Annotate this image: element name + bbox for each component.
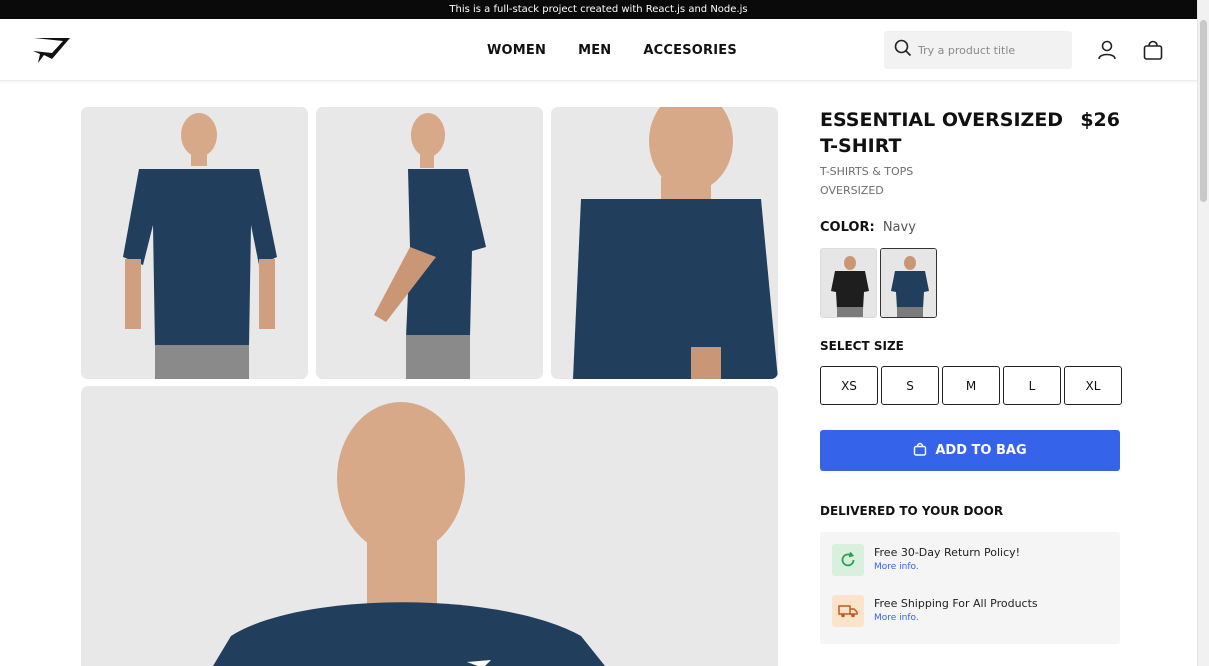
nav-accessories[interactable]: ACCESORIES: [643, 43, 737, 58]
search-bar: [884, 31, 1072, 69]
color-swatch-black[interactable]: [820, 248, 877, 318]
add-to-bag-label: ADD TO BAG: [935, 443, 1027, 458]
nav-women[interactable]: WOMEN: [487, 43, 546, 58]
returns-more-info-link[interactable]: More info.: [874, 562, 1020, 572]
color-selector-label: COLOR: Navy: [820, 220, 916, 235]
delivery-info-box: Free 30-Day Return Policy! More info. Fr…: [820, 532, 1120, 644]
product-category: T-SHIRTS & TOPS: [820, 165, 914, 178]
size-xl-button[interactable]: XL: [1064, 366, 1122, 405]
page-scrollbar[interactable]: [1197, 0, 1209, 666]
search-input[interactable]: [918, 43, 1058, 57]
user-icon[interactable]: [1096, 39, 1118, 61]
size-xs-button[interactable]: XS: [820, 366, 878, 405]
color-label: COLOR:: [820, 220, 875, 235]
color-value: Navy: [882, 220, 916, 235]
product-fit: OVERSIZED: [820, 184, 884, 197]
delivery-item-returns: Free 30-Day Return Policy! More info.: [832, 544, 1020, 576]
delivery-item-shipping: Free Shipping For All Products More info…: [832, 595, 1038, 627]
search-icon[interactable]: [894, 39, 912, 61]
main-nav: WOMEN MEN ACCESORIES: [487, 19, 737, 81]
size-s-button[interactable]: S: [881, 366, 939, 405]
returns-text: Free 30-Day Return Policy!: [874, 546, 1021, 559]
nav-men[interactable]: MEN: [578, 43, 611, 58]
shipping-text: Free Shipping For All Products: [874, 597, 1038, 610]
shopping-bag-icon[interactable]: [1142, 39, 1164, 61]
add-to-bag-button[interactable]: ADD TO BAG: [820, 430, 1120, 471]
size-m-button[interactable]: M: [942, 366, 1000, 405]
scrollbar-thumb[interactable]: [1200, 20, 1207, 202]
site-header: WOMEN MEN ACCESORIES: [0, 19, 1197, 81]
brand-logo[interactable]: [30, 33, 72, 67]
product-title: ESSENTIAL OVERSIZED T-SHIRT: [820, 109, 1064, 157]
delivery-title: DELIVERED TO YOUR DOOR: [820, 504, 1004, 518]
product-image-side[interactable]: [316, 107, 543, 379]
color-swatch-navy[interactable]: [880, 248, 937, 318]
product-image-closeup[interactable]: [551, 107, 778, 379]
product-price: $26: [1080, 109, 1120, 131]
refresh-icon: [832, 544, 864, 576]
bag-icon: [913, 441, 927, 460]
truck-icon: [832, 595, 864, 627]
size-l-button[interactable]: L: [1003, 366, 1061, 405]
shipping-more-info-link[interactable]: More info.: [874, 613, 1038, 623]
product-image-back[interactable]: [81, 107, 308, 379]
size-selector-label: SELECT SIZE: [820, 339, 904, 353]
announcement-bar: This is a full-stack project created wit…: [0, 0, 1197, 19]
size-options: XS S M L XL: [820, 366, 1122, 405]
product-image-front[interactable]: [81, 386, 778, 666]
